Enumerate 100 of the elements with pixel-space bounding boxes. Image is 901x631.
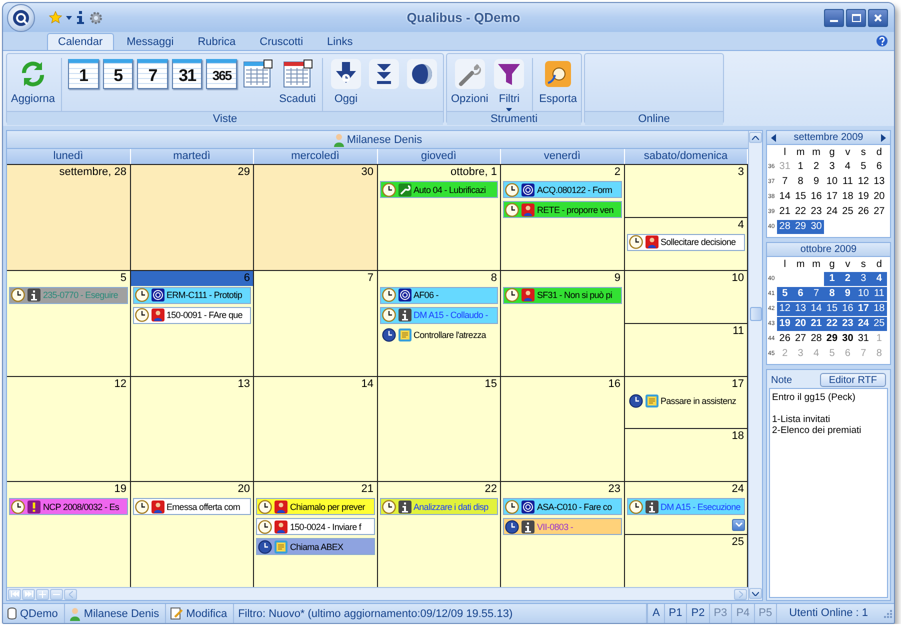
calendar-day[interactable]: 11 xyxy=(871,287,887,301)
calendar-day[interactable]: 9 xyxy=(808,175,824,189)
calendar-day[interactable]: 28 xyxy=(777,220,793,234)
minimize-button[interactable] xyxy=(824,8,844,26)
calendar-day[interactable]: 7 xyxy=(808,287,824,301)
calendar-day[interactable]: 21 xyxy=(808,317,824,331)
event-item[interactable]: Chiamalo per prever xyxy=(256,498,374,516)
calendar-day[interactable]: 30 xyxy=(808,220,824,234)
day-number[interactable]: 24 xyxy=(624,482,747,498)
ribbon-tab[interactable]: Calendar xyxy=(47,33,114,50)
event-item[interactable]: ASA-C010 - Fare co xyxy=(503,498,622,516)
event-item[interactable]: DM A15 - Esecuzione xyxy=(626,498,745,516)
day-number[interactable]: 12 xyxy=(7,376,130,392)
event-item[interactable]: Sollecitare decisione xyxy=(626,234,745,251)
calendar-day[interactable]: 10 xyxy=(824,175,840,189)
event-item[interactable]: Chiama ABEX xyxy=(256,538,374,556)
scroll-down-button[interactable] xyxy=(749,588,762,599)
ribbon-tab[interactable]: Cruscotti xyxy=(248,33,314,50)
scroll-thumb[interactable] xyxy=(750,307,762,321)
calendar-day[interactable]: 8 xyxy=(792,175,808,189)
calendar-day[interactable]: 18 xyxy=(840,190,856,204)
calendar-day[interactable]: 21 xyxy=(777,205,793,219)
calendar-day[interactable]: 29 xyxy=(792,220,808,234)
event-item[interactable]: 150-0091 - FAre que xyxy=(132,306,251,324)
day-number[interactable]: 9 xyxy=(501,270,624,286)
calendar-view-button[interactable]: 7 xyxy=(137,59,168,89)
day-number[interactable]: 20 xyxy=(130,482,253,498)
day-number[interactable]: 4 xyxy=(624,218,747,233)
close-button[interactable] xyxy=(868,8,888,26)
ribbon-tab[interactable]: Rubrica xyxy=(186,33,247,50)
event-item[interactable]: Emessa offerta com xyxy=(132,498,251,516)
ribbon-button[interactable]: Opzioni xyxy=(451,58,488,105)
calendar-day[interactable]: 2 xyxy=(808,160,824,174)
calendar-day[interactable]: 17 xyxy=(824,190,840,204)
calendar-day[interactable]: 12 xyxy=(777,302,793,316)
calendar-day[interactable]: 26 xyxy=(777,332,793,346)
event-item[interactable]: RETE - proporre ven xyxy=(503,201,622,218)
event-item[interactable]: ERM-C111 - Prototip xyxy=(132,286,251,304)
calendar-view-button[interactable]: 365 xyxy=(206,59,238,89)
calendar-day[interactable]: 2 xyxy=(840,272,856,286)
calendar-day[interactable]: 16 xyxy=(808,190,824,204)
event-item[interactable]: 150-0024 - Inviare f xyxy=(256,518,374,536)
calendar-day[interactable]: 10 xyxy=(856,287,872,301)
icon-button[interactable] xyxy=(404,58,439,90)
day-number[interactable]: 25 xyxy=(624,535,747,550)
app-menu-button[interactable] xyxy=(7,4,35,32)
calendar-day[interactable]: 22 xyxy=(792,205,808,219)
calendar-day[interactable]: 17 xyxy=(856,302,872,316)
calendar-day[interactable]: 5 xyxy=(856,160,872,174)
event-item[interactable]: DM A15 - Collaudo - xyxy=(380,306,498,324)
ribbon-button[interactable]: Aggiorna xyxy=(11,58,56,105)
ribbon-tab[interactable]: Messaggi xyxy=(116,33,185,50)
calendar-day[interactable]: 20 xyxy=(871,190,887,204)
priority-toggle[interactable]: P2 xyxy=(686,604,709,623)
event-item[interactable]: VII-0803 - xyxy=(503,518,622,536)
event-item[interactable]: Auto 04 - Lubrificazi xyxy=(380,181,498,198)
day-number[interactable]: 17 xyxy=(624,376,747,392)
calendar-day[interactable]: 29 xyxy=(824,332,840,346)
calendar-day[interactable]: 5 xyxy=(777,287,793,301)
day-number[interactable]: 5 xyxy=(7,270,130,286)
calendar-day[interactable]: 25 xyxy=(840,205,856,219)
event-item[interactable]: Analizzare i dati disp xyxy=(380,498,498,516)
ribbon-button[interactable]: Scaduti xyxy=(279,58,316,105)
ribbon-button[interactable]: Oggi xyxy=(328,58,363,105)
day-number[interactable]: 22 xyxy=(378,482,500,498)
day-number[interactable]: 19 xyxy=(7,482,130,498)
vertical-scrollbar[interactable] xyxy=(748,131,762,600)
calendar-view-button[interactable]: 5 xyxy=(102,59,134,89)
calendar-day[interactable]: 20 xyxy=(792,317,808,331)
day-number[interactable]: 21 xyxy=(254,482,376,498)
calendar-day[interactable]: 4 xyxy=(840,160,856,174)
calendar-day[interactable]: 23 xyxy=(808,205,824,219)
calendar-day[interactable]: 7 xyxy=(777,175,793,189)
day-number[interactable]: 15 xyxy=(378,376,500,392)
day-number[interactable]: 13 xyxy=(130,376,253,392)
calendar-day[interactable]: 27 xyxy=(792,332,808,346)
calendar-day[interactable]: 18 xyxy=(871,302,887,316)
calendar-day[interactable]: 14 xyxy=(777,190,793,204)
day-number[interactable]: 18 xyxy=(624,429,747,444)
calendar-day[interactable]: 15 xyxy=(824,302,840,316)
day-number[interactable]: 29 xyxy=(130,165,253,180)
calendar-day[interactable]: 27 xyxy=(871,205,887,219)
day-number[interactable]: 11 xyxy=(624,324,747,339)
day-number[interactable]: 8 xyxy=(378,270,500,286)
event-item[interactable]: ACQ.080122 - Form xyxy=(503,181,622,198)
priority-toggle[interactable]: A xyxy=(647,604,664,623)
calendar-day[interactable]: 16 xyxy=(840,302,856,316)
day-number[interactable]: 10 xyxy=(624,270,747,286)
calendar-view-button[interactable]: 1 xyxy=(68,59,99,89)
calendar-day[interactable]: 9 xyxy=(840,287,856,301)
calendar-day[interactable]: 22 xyxy=(824,317,840,331)
day-number[interactable]: 14 xyxy=(254,376,376,392)
event-item[interactable]: Passare in assistenz xyxy=(626,392,745,410)
event-item[interactable]: AF06 - xyxy=(380,286,498,304)
calendar-day[interactable]: 28 xyxy=(808,332,824,346)
calendar-day[interactable]: 23 xyxy=(840,317,856,331)
calendar-day[interactable]: 13 xyxy=(871,175,887,189)
calendar-day[interactable]: 26 xyxy=(856,205,872,219)
ribbon-button[interactable]: Esporta xyxy=(539,58,577,105)
event-item[interactable]: NCP 2008/0032 - Es xyxy=(9,498,128,516)
